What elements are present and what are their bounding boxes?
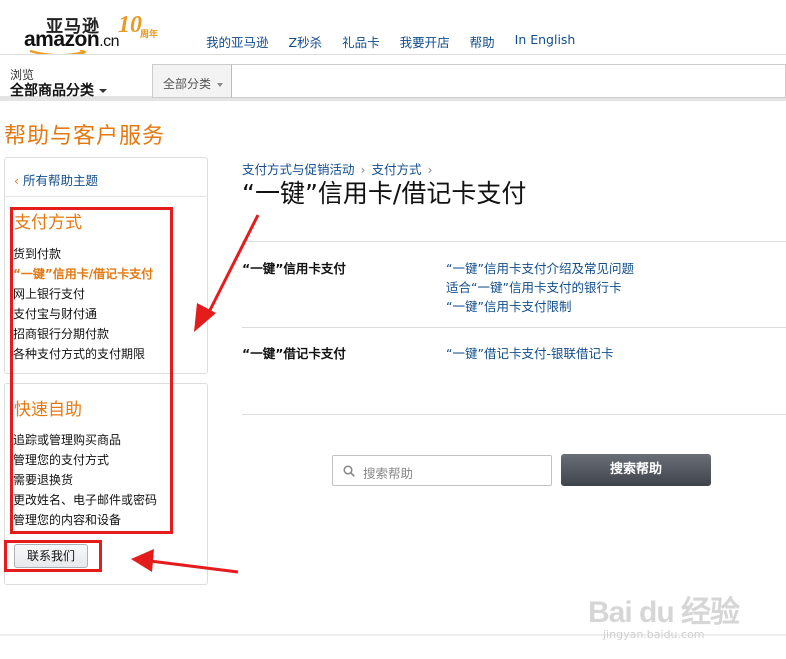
credit-card-limits-link[interactable]: “一键”信用卡支付限制 (446, 296, 571, 315)
caret-down-icon (217, 82, 224, 87)
credit-card-row-label: “一键”信用卡支付 (242, 261, 346, 276)
baidu-watermark: Bai du 经验 (588, 596, 740, 629)
section-divider (242, 327, 786, 328)
top-nav: 我的亚马逊 Z秒杀 礼品卡 我要开店 帮助 In English (206, 32, 595, 51)
search-help-button[interactable]: 搜索帮助 (561, 454, 711, 486)
anniversary-badge: 10 (118, 12, 142, 38)
annotation-highlight-box (4, 540, 102, 572)
debit-card-row-label: “一键”借记卡支付 (242, 346, 346, 361)
all-help-topics-label: 所有帮助主题 (23, 173, 99, 188)
nav-z-deals[interactable]: Z秒杀 (289, 32, 323, 51)
search-icon (343, 465, 355, 477)
category-dropdown[interactable]: 全部分类 (152, 64, 232, 98)
page-title: 帮助与客户服务 (4, 124, 166, 149)
anniversary-label: 周年 (140, 30, 159, 40)
caret-down-icon (99, 89, 107, 93)
logo-wordmark: amazon (24, 28, 100, 51)
watermark-url: jingyan.baidu.com (603, 628, 705, 641)
article-title: “一键”信用卡/借记卡支付 (242, 179, 527, 208)
sidebar-divider (4, 196, 208, 197)
amazon-logo[interactable]: amazon.cn (24, 28, 120, 52)
site-search-input[interactable] (232, 64, 786, 98)
chevron-left-icon: ‹ (14, 173, 19, 188)
credit-card-faq-link[interactable]: “一键”信用卡支付介绍及常见问题 (446, 258, 634, 277)
nav-help[interactable]: 帮助 (470, 32, 495, 51)
nav-english[interactable]: In English (515, 32, 576, 51)
all-categories-menu[interactable]: 全部商品分类 (10, 80, 107, 100)
help-search-placeholder: 搜索帮助 (363, 466, 414, 481)
section-divider (242, 414, 786, 415)
all-categories-label: 全部商品分类 (10, 83, 94, 99)
annotation-highlight-box (10, 207, 173, 534)
nav-sell[interactable]: 我要开店 (400, 32, 450, 51)
credit-card-banks-link[interactable]: 适合“一键”信用卡支付的银行卡 (446, 277, 621, 296)
section-divider (242, 241, 786, 242)
nav-my-amazon[interactable]: 我的亚马逊 (206, 32, 269, 51)
help-search-input[interactable]: 搜索帮助 (332, 455, 552, 486)
all-help-topics-link[interactable]: ‹ 所有帮助主题 (14, 170, 98, 189)
debit-card-unionpay-link[interactable]: “一键”借记卡支付-银联借记卡 (446, 343, 613, 362)
nav-gift-card[interactable]: 礼品卡 (342, 32, 380, 51)
category-dropdown-value: 全部分类 (163, 77, 212, 91)
logo-domain: .cn (99, 33, 120, 50)
